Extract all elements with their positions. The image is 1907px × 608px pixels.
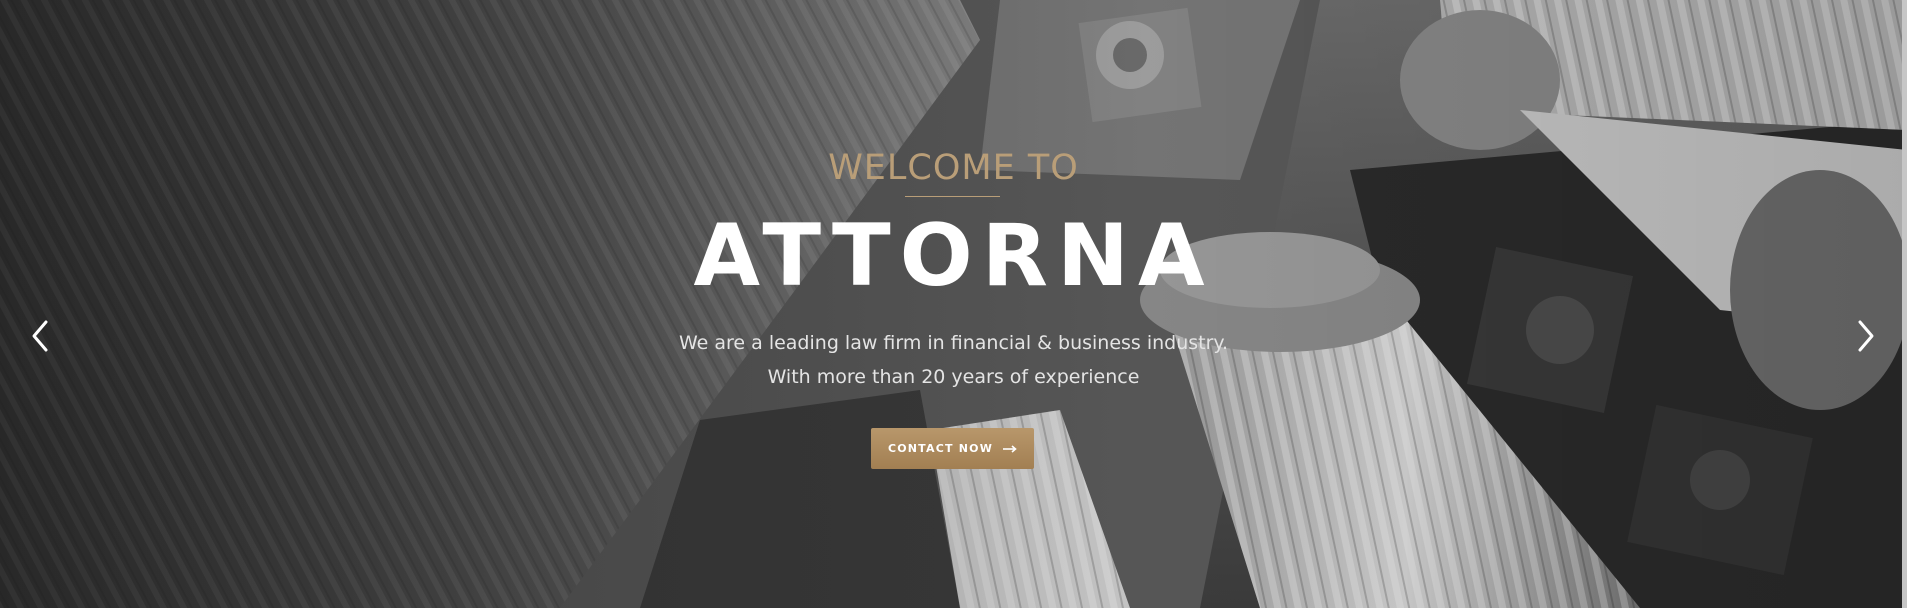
hero-content: WELCOME TO ATTORNA We are a leading law … (0, 0, 1907, 608)
chevron-right-icon[interactable] (1846, 314, 1882, 358)
hero-slider: WELCOME TO ATTORNA We are a leading law … (0, 0, 1907, 608)
hero-subtitle-line-1: We are a leading law firm in financial &… (678, 332, 1229, 354)
chevron-left-icon[interactable] (24, 314, 60, 358)
welcome-text: WELCOME TO (828, 148, 1079, 188)
hero-title: ATTORNA (693, 206, 1214, 306)
contact-now-label: CONTACT NOW (887, 442, 994, 455)
hero-subtitle-line-2: With more than 20 years of experience (767, 366, 1140, 388)
long-arrow-right-icon (1003, 444, 1017, 453)
welcome-divider (905, 196, 1000, 197)
contact-now-button[interactable]: CONTACT NOW (871, 428, 1034, 469)
